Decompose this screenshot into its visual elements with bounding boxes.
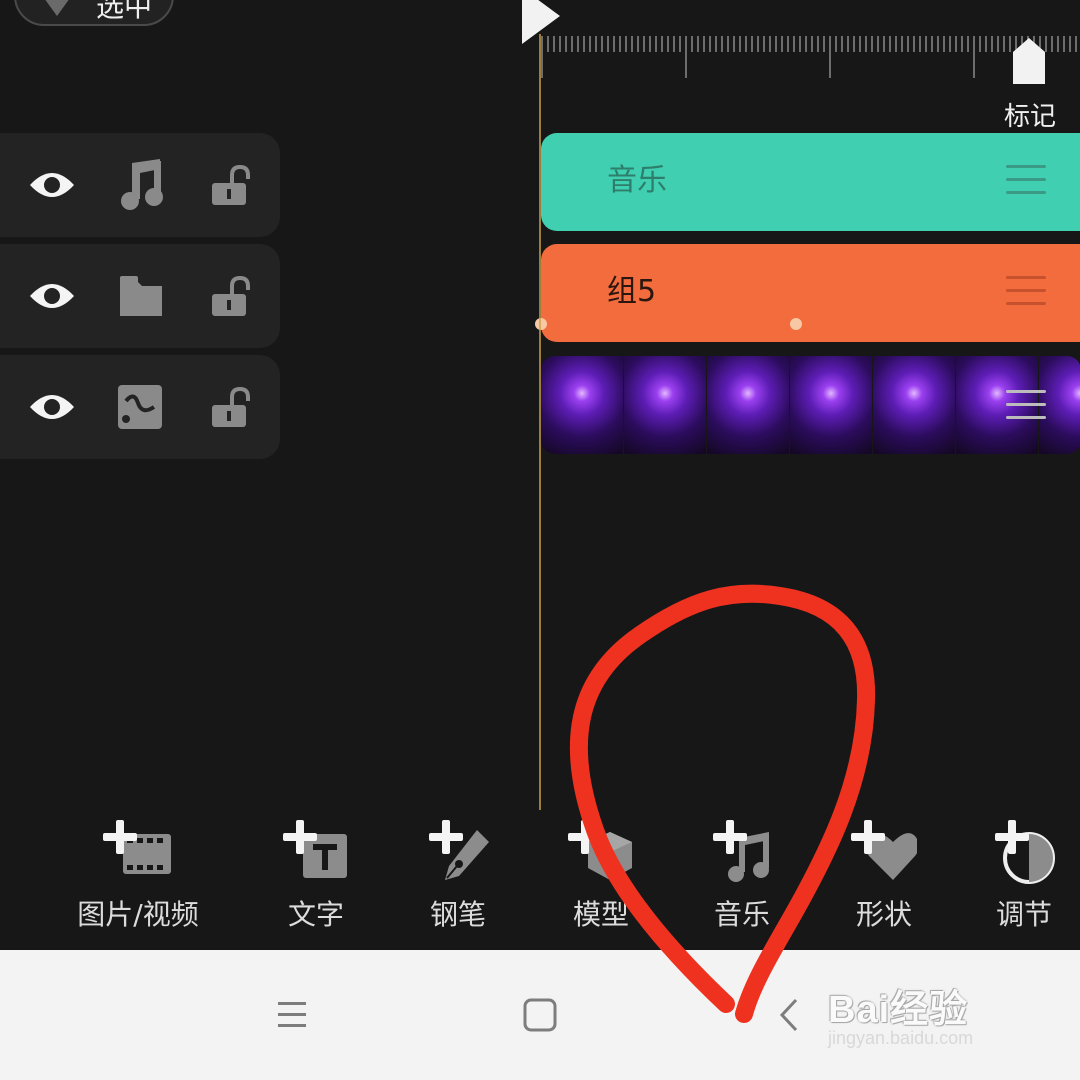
video-frame-thumbnail	[624, 356, 706, 454]
marker-button[interactable]: 标记	[1000, 36, 1060, 132]
video-frame-thumbnail	[707, 356, 789, 454]
path-icon	[118, 385, 162, 429]
editor-app: 选中 标记 音乐 组5 图片/视频 文字 钢笔 模型 音乐 形状 调节	[0, 0, 1080, 950]
add-media-icon	[103, 820, 173, 886]
add-pen-icon	[425, 820, 491, 886]
add-music-icon	[709, 820, 775, 886]
video-frame-thumbnail	[790, 356, 872, 454]
add-model-icon	[568, 820, 634, 886]
layer-row-group[interactable]	[0, 244, 280, 348]
timeline-ruler[interactable]	[540, 34, 1080, 80]
layer-row-music[interactable]	[0, 133, 280, 237]
drag-handle-icon[interactable]	[1006, 276, 1046, 310]
add-toolbar: 图片/视频 文字 钢笔 模型 音乐 形状 调节	[0, 820, 1080, 950]
home-icon[interactable]	[515, 990, 565, 1040]
watermark-brand: Bai经验	[828, 989, 969, 1031]
tool-add-media[interactable]: 图片/视频	[70, 820, 206, 932]
add-text-icon	[283, 820, 349, 886]
video-frame-thumbnail	[541, 356, 623, 454]
tool-label: 钢笔	[429, 898, 486, 931]
drag-handle-icon[interactable]	[1006, 390, 1046, 424]
tool-label: 形状	[855, 898, 912, 931]
marker-icon	[1013, 38, 1045, 84]
playhead[interactable]	[539, 34, 541, 810]
tool-add-shape[interactable]: 形状	[848, 820, 920, 932]
unlock-icon[interactable]	[210, 276, 252, 318]
tool-label: 调节	[995, 898, 1052, 931]
tool-label: 文字	[287, 898, 344, 931]
drag-handle-icon[interactable]	[1006, 165, 1046, 199]
select-pill-label: 选中	[96, 0, 153, 23]
ruler-ticks	[541, 36, 1077, 78]
music-note-icon	[121, 159, 163, 210]
add-shape-icon	[851, 820, 919, 886]
cube-icon	[44, 0, 70, 16]
add-adjust-icon	[991, 820, 1057, 886]
tool-add-music[interactable]: 音乐	[706, 820, 778, 932]
track-music-label: 音乐	[607, 163, 667, 198]
layer-row-path[interactable]	[0, 355, 280, 459]
back-icon[interactable]	[766, 990, 816, 1040]
eye-icon[interactable]	[28, 167, 76, 203]
tool-add-text[interactable]: 文字	[280, 820, 352, 932]
video-frame-thumbnail	[873, 356, 955, 454]
track-video[interactable]	[541, 356, 1080, 454]
track-group[interactable]: 组5	[535, 244, 1080, 342]
eye-icon[interactable]	[28, 278, 76, 314]
eye-icon[interactable]	[28, 389, 76, 425]
unlock-icon[interactable]	[210, 387, 252, 429]
select-pill-button[interactable]: 选中	[14, 0, 174, 26]
watermark-url: jingyan.baidu.com	[828, 1028, 974, 1048]
track-group-label: 组5	[607, 274, 657, 309]
baidu-jingyan-watermark: Bai经验 jingyan.baidu.com	[828, 968, 1068, 1058]
tool-adjust[interactable]: 调节	[988, 820, 1060, 932]
marker-label: 标记	[1003, 102, 1056, 132]
folder-icon	[120, 276, 162, 316]
menu-icon[interactable]	[266, 990, 316, 1040]
tool-add-model[interactable]: 模型	[565, 820, 637, 932]
tool-label: 模型	[572, 898, 629, 931]
tool-add-pen[interactable]: 钢笔	[422, 820, 494, 932]
unlock-icon[interactable]	[210, 165, 252, 207]
keyframe-dot[interactable]	[535, 318, 547, 330]
keyframe-dot[interactable]	[790, 318, 802, 330]
tool-label: 图片/视频	[77, 898, 199, 931]
tool-label: 音乐	[713, 898, 770, 931]
track-music[interactable]: 音乐	[541, 133, 1080, 231]
